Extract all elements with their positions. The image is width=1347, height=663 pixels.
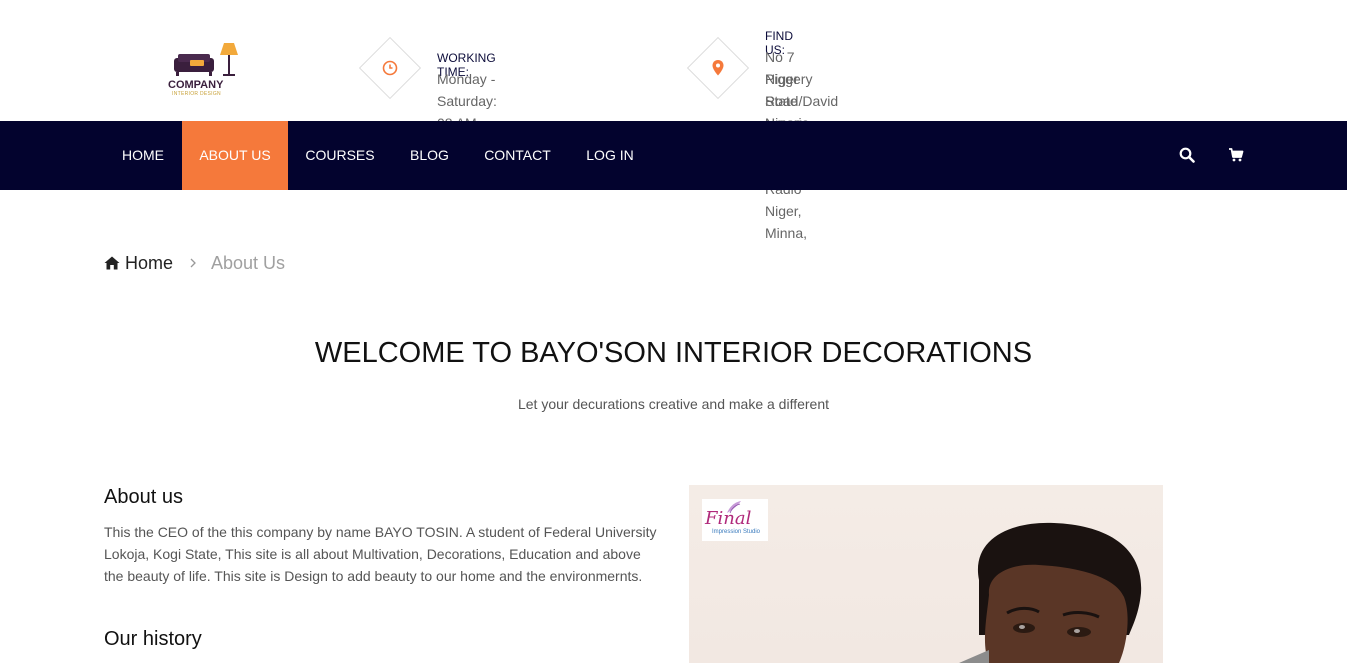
home-icon [104,256,120,270]
nav-about-us[interactable]: ABOUT US [182,121,288,190]
breadcrumb-home-link[interactable]: Home [104,253,173,274]
nav-courses[interactable]: COURSES [288,121,392,190]
nav-contact[interactable]: CONTACT [467,121,568,190]
page-subtitle: Let your decurations creative and make a… [517,396,830,412]
chevron-right-icon [189,255,197,271]
breadcrumb: Home About Us [104,252,285,274]
main-nav: HOME ABOUT US COURSES BLOG CONTACT LOG I… [0,121,1347,190]
top-header: COMPANY INTERIOR DESIGN WORKING TIME: Mo… [0,0,1347,241]
company-logo[interactable]: COMPANY INTERIOR DESIGN [168,40,244,100]
breadcrumb-current: About Us [211,252,286,273]
logo-subtext: INTERIOR DESIGN [172,91,221,97]
logo-text: COMPANY [168,79,224,91]
about-text: This the CEO of the this company by name… [104,521,664,587]
about-text-line: the beauty of life. This site is Design … [104,568,643,584]
nav-log-in[interactable]: LOG IN [568,121,652,190]
sofa-lamp-icon [174,43,238,76]
clock-icon [360,38,420,98]
history-heading: Our history [104,628,202,650]
search-icon[interactable] [1177,145,1197,165]
cart-icon[interactable] [1226,145,1246,165]
about-text-line: This the CEO of the this company by name… [104,524,657,540]
nav-blog[interactable]: BLOG [392,121,467,190]
about-heading: About us [104,486,183,508]
nav-home[interactable]: HOME [104,121,182,190]
map-pin-icon [688,38,748,98]
page-title: WELCOME TO BAYO'SON INTERIOR DECORATIONS [314,337,1033,369]
portrait-illustration [959,522,1142,663]
about-text-line: Lokoja, Kogi State, This site is all abo… [104,546,641,562]
breadcrumb-home-label: Home [125,252,174,273]
ceo-photo: Final Impression Studio [689,485,1163,663]
